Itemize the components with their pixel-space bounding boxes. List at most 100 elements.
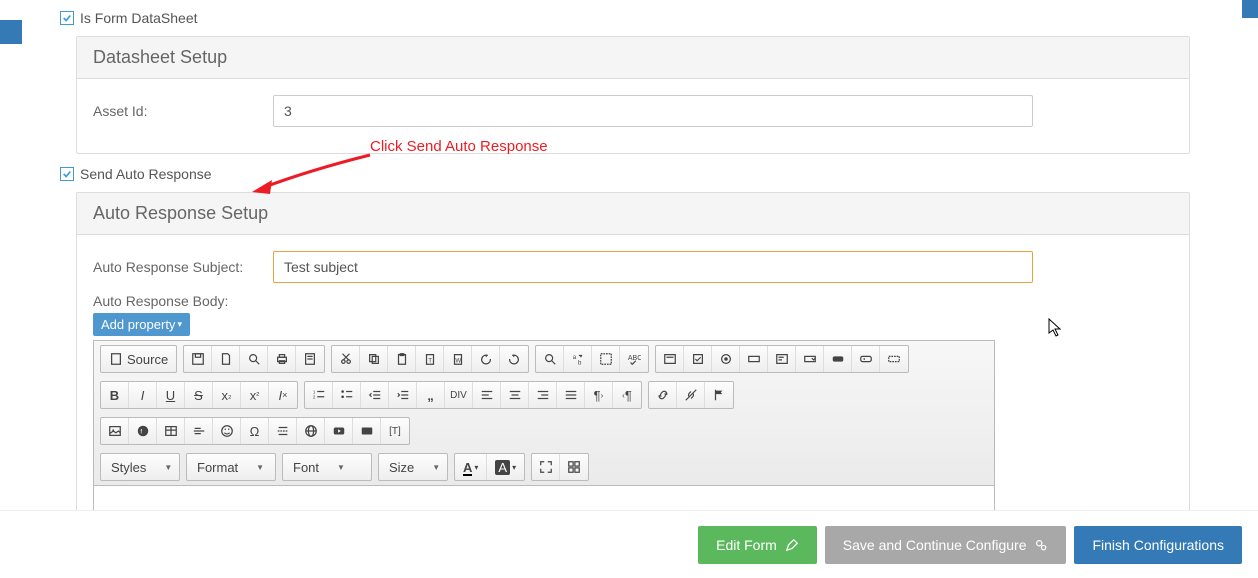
radio-icon	[719, 352, 733, 366]
preview-button[interactable]	[240, 346, 268, 372]
image-button[interactable]	[101, 418, 129, 444]
text-color-button[interactable]: A▾	[455, 454, 487, 480]
save-button-editor[interactable]	[184, 346, 212, 372]
checkbox-tool-button[interactable]	[684, 346, 712, 372]
bg-color-button[interactable]: A▾	[487, 454, 524, 480]
special-char-button[interactable]: Ω	[241, 418, 269, 444]
redo-button[interactable]	[500, 346, 528, 372]
format-dropdown[interactable]: Format▼	[186, 453, 276, 481]
placeholder-button[interactable]: [T]	[381, 418, 409, 444]
remove-format-button[interactable]: I×	[269, 382, 297, 408]
blockquote-button[interactable]: „	[417, 382, 445, 408]
select-all-icon	[599, 352, 613, 366]
new-page-button[interactable]	[212, 346, 240, 372]
clipboard-icon	[395, 352, 409, 366]
ol-icon: 12	[312, 388, 326, 402]
maximize-button[interactable]	[532, 454, 560, 480]
flash-button[interactable]: f	[129, 418, 157, 444]
chevron-down-icon: ▼	[432, 463, 440, 472]
chevron-down-icon: ▾	[177, 319, 182, 330]
align-right-button[interactable]	[529, 382, 557, 408]
paste-text-button[interactable]: T	[416, 346, 444, 372]
hr-icon	[192, 424, 206, 438]
paste-word-button[interactable]: W	[444, 346, 472, 372]
indent-button[interactable]	[389, 382, 417, 408]
svg-text:f: f	[140, 429, 142, 436]
copy-icon	[367, 352, 381, 366]
outdent-button[interactable]	[361, 382, 389, 408]
clipboard-word-icon: W	[451, 352, 465, 366]
edit-form-button[interactable]: Edit Form	[698, 526, 817, 564]
button-tool-button[interactable]	[824, 346, 852, 372]
numbered-list-button[interactable]: 12	[305, 382, 333, 408]
rtl-button[interactable]: ‹¶	[613, 382, 641, 408]
copy-button[interactable]	[360, 346, 388, 372]
align-center-button[interactable]	[501, 382, 529, 408]
ltr-button[interactable]: ¶›	[585, 382, 613, 408]
textarea-icon	[775, 352, 789, 366]
page-icon	[219, 352, 233, 366]
editor-content-area[interactable]	[94, 485, 994, 511]
replace-button[interactable]: ab	[564, 346, 592, 372]
find-button[interactable]	[536, 346, 564, 372]
templates-button[interactable]	[296, 346, 324, 372]
show-blocks-button[interactable]	[560, 454, 588, 480]
add-property-button[interactable]: Add property ▾	[93, 313, 190, 336]
spellcheck-button[interactable]: ABC	[620, 346, 648, 372]
align-justify-button[interactable]	[557, 382, 585, 408]
embed-button[interactable]	[353, 418, 381, 444]
save-continue-button[interactable]: Save and Continue Configure	[825, 526, 1067, 564]
subscript-button[interactable]: x₂	[213, 382, 241, 408]
paste-button[interactable]	[388, 346, 416, 372]
source-button[interactable]: Source	[101, 346, 176, 372]
div-button[interactable]: DIV	[445, 382, 473, 408]
auto-response-subject-input[interactable]	[273, 251, 1033, 283]
superscript-button[interactable]: x²	[241, 382, 269, 408]
svg-text:W: W	[455, 358, 461, 365]
bullet-list-button[interactable]	[333, 382, 361, 408]
undo-button[interactable]	[472, 346, 500, 372]
globe-icon	[304, 424, 318, 438]
image-button-tool[interactable]	[852, 346, 880, 372]
textfield-icon	[747, 352, 761, 366]
youtube-button[interactable]	[325, 418, 353, 444]
svg-text:b: b	[578, 359, 582, 366]
send-auto-response-checkbox[interactable]	[60, 167, 74, 181]
radio-tool-button[interactable]	[712, 346, 740, 372]
maximize-icon	[539, 460, 553, 474]
select-all-button[interactable]	[592, 346, 620, 372]
link-button[interactable]	[649, 382, 677, 408]
auto-response-subject-label: Auto Response Subject:	[93, 259, 273, 275]
is-form-datasheet-checkbox[interactable]	[60, 11, 74, 25]
textfield-tool-button[interactable]	[740, 346, 768, 372]
hidden-field-tool[interactable]	[880, 346, 908, 372]
underline-button[interactable]: U	[157, 382, 185, 408]
textarea-tool-button[interactable]	[768, 346, 796, 372]
form-button[interactable]	[656, 346, 684, 372]
print-button[interactable]	[268, 346, 296, 372]
size-dropdown[interactable]: Size▼	[378, 453, 448, 481]
table-button[interactable]	[157, 418, 185, 444]
auto-response-setup-header: Auto Response Setup	[77, 193, 1189, 235]
iframe-button[interactable]	[297, 418, 325, 444]
asset-id-input[interactable]	[273, 95, 1033, 127]
bold-button[interactable]: B	[101, 382, 129, 408]
svg-text:T: T	[428, 358, 432, 365]
cut-button[interactable]	[332, 346, 360, 372]
hr-button[interactable]	[185, 418, 213, 444]
unlink-button[interactable]	[677, 382, 705, 408]
italic-button[interactable]: I	[129, 382, 157, 408]
finish-configurations-button[interactable]: Finish Configurations	[1074, 526, 1242, 564]
font-dropdown[interactable]: Font▼	[282, 453, 372, 481]
link-icon	[656, 388, 670, 402]
strike-button[interactable]: S	[185, 382, 213, 408]
scissors-icon	[339, 352, 353, 366]
styles-dropdown[interactable]: Styles▼	[100, 453, 180, 481]
align-left-button[interactable]	[473, 382, 501, 408]
image-button-icon	[859, 352, 873, 366]
pagebreak-button[interactable]	[269, 418, 297, 444]
send-auto-response-row: Send Auto Response	[60, 166, 1190, 182]
smiley-button[interactable]	[213, 418, 241, 444]
anchor-button[interactable]	[705, 382, 733, 408]
select-tool-button[interactable]	[796, 346, 824, 372]
